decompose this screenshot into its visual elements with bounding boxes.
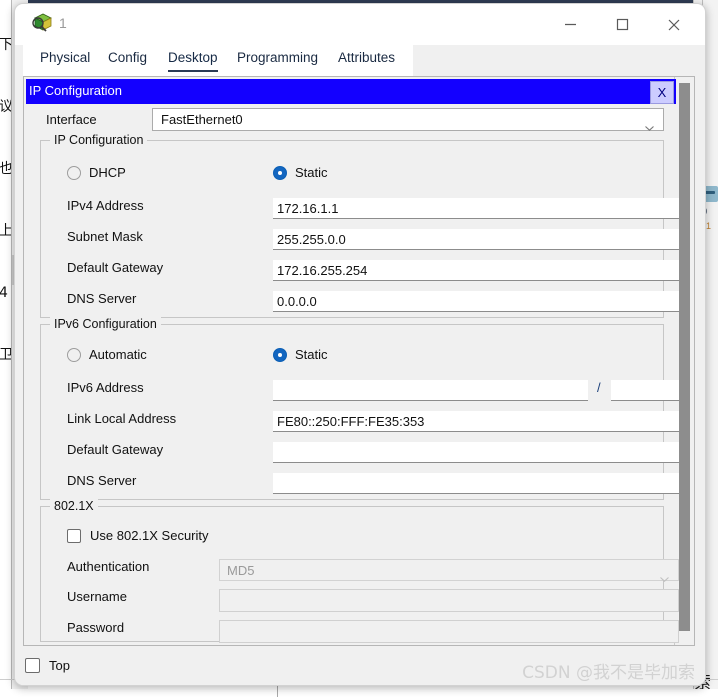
username-input[interactable] <box>219 589 679 612</box>
radio-ipv6-static[interactable]: Static <box>273 347 328 362</box>
use-dot1x-security-label: Use 802.1X Security <box>90 528 209 543</box>
interface-select-value: FastEthernet0 <box>161 112 243 127</box>
subnet-mask-label: Subnet Mask <box>67 229 143 244</box>
ipv6-dns-server-label: DNS Server <box>67 473 137 488</box>
top-checkbox[interactable]: Top <box>25 658 70 673</box>
link-local-address-label: Link Local Address <box>67 411 177 426</box>
ipv6-address-label: IPv6 Address <box>67 380 144 395</box>
ipv6-group-legend: IPv6 Configuration <box>50 317 161 331</box>
authentication-select-value: MD5 <box>227 563 255 578</box>
subnet-mask-input[interactable] <box>273 229 679 250</box>
background-left-divider <box>11 0 12 697</box>
ipv4-dns-server-label: DNS Server <box>67 291 137 306</box>
radio-ipv6-automatic-label: Automatic <box>89 347 147 362</box>
desktop-content-pane: IP Configuration X Interface FastEtherne… <box>23 76 695 646</box>
radio-dhcp-indicator <box>67 165 81 180</box>
ipv6-address-input[interactable] <box>273 380 588 401</box>
dot1x-group: 802.1X Use 802.1X Security Authenticatio… <box>40 499 679 643</box>
radio-ipv6-static-indicator <box>273 347 287 362</box>
radio-ipv4-static-indicator <box>273 165 287 180</box>
interface-label: Interface <box>46 112 97 127</box>
tab-desktop[interactable]: Desktop <box>168 50 218 72</box>
ipv6-default-gateway-input[interactable] <box>273 442 679 463</box>
radio-ipv4-static-label: Static <box>295 165 328 180</box>
ipv4-default-gateway-input[interactable] <box>273 260 679 281</box>
radio-dhcp-label: DHCP <box>89 165 126 180</box>
authentication-label: Authentication <box>67 559 150 574</box>
ip-configuration-body: Interface FastEthernet0 IP Configuration… <box>26 104 679 643</box>
top-checkbox-label: Top <box>49 658 70 673</box>
use-dot1x-security-checkbox[interactable]: Use 802.1X Security <box>67 528 209 543</box>
interface-select[interactable]: FastEthernet0 <box>152 108 664 131</box>
tab-physical[interactable]: Physical <box>40 50 90 70</box>
password-input[interactable] <box>219 620 679 643</box>
minimize-icon[interactable] <box>547 4 593 45</box>
chevron-down-icon <box>645 118 654 131</box>
content-scrollbar-thumb[interactable] <box>679 83 690 631</box>
ipv6-prefix-separator: / <box>597 380 601 395</box>
background-right-tick: 1 <box>706 221 712 231</box>
authentication-select[interactable]: MD5 <box>219 559 679 582</box>
ipv4-default-gateway-label: Default Gateway <box>67 260 164 275</box>
ip-configuration-titlebar: IP Configuration X <box>26 79 676 104</box>
window-footer: Top CSDN @我不是毕加索 <box>15 649 705 685</box>
ipv6-prefix-input[interactable] <box>611 380 679 401</box>
use-dot1x-security-box <box>67 528 81 543</box>
radio-ipv4-static[interactable]: Static <box>273 165 328 180</box>
window-title: 1 <box>59 15 67 31</box>
ipv4-address-label: IPv4 Address <box>67 198 144 213</box>
tab-bar: Physical Config Desktop Programming Attr… <box>15 45 705 76</box>
watermark: CSDN @我不是毕加索 <box>522 663 695 683</box>
radio-dhcp[interactable]: DHCP <box>67 165 126 180</box>
dot1x-group-legend: 802.1X <box>50 499 98 513</box>
username-label: Username <box>67 589 127 604</box>
tab-programming[interactable]: Programming <box>237 50 318 70</box>
chevron-down-icon <box>660 569 669 582</box>
ipv6-configuration-group: IPv6 Configuration Automatic Static IPv6… <box>40 317 679 500</box>
radio-ipv6-automatic[interactable]: Automatic <box>67 347 147 362</box>
ipv4-group-legend: IP Configuration <box>50 133 148 147</box>
radio-ipv6-automatic-indicator <box>67 347 81 362</box>
ipv6-default-gateway-label: Default Gateway <box>67 442 164 457</box>
ipv4-address-input[interactable] <box>273 198 679 219</box>
window-titlebar: 1 <box>15 4 705 45</box>
top-checkbox-box <box>25 658 40 673</box>
interface-row: Interface FastEthernet0 <box>26 108 676 133</box>
packet-tracer-device-icon <box>31 12 53 34</box>
ipv4-configuration-group: IP Configuration DHCP Static IPv4 Addres… <box>40 133 679 318</box>
ipv4-dns-server-input[interactable] <box>273 291 679 312</box>
device-window: 1 Physical Config Desktop Programming At… <box>14 3 706 686</box>
ip-configuration-window: IP Configuration X Interface FastEtherne… <box>26 79 679 643</box>
ip-configuration-title: IP Configuration <box>29 83 122 98</box>
ip-configuration-close-button[interactable]: X <box>650 81 674 104</box>
background-bottom-strip <box>0 689 718 697</box>
tab-config[interactable]: Config <box>108 50 147 70</box>
link-local-address-input[interactable] <box>273 411 679 432</box>
password-label: Password <box>67 620 125 635</box>
maximize-icon[interactable] <box>599 4 645 45</box>
tab-attributes[interactable]: Attributes <box>338 50 395 70</box>
close-icon[interactable] <box>651 4 697 45</box>
radio-ipv6-static-label: Static <box>295 347 328 362</box>
ipv6-dns-server-input[interactable] <box>273 473 679 494</box>
